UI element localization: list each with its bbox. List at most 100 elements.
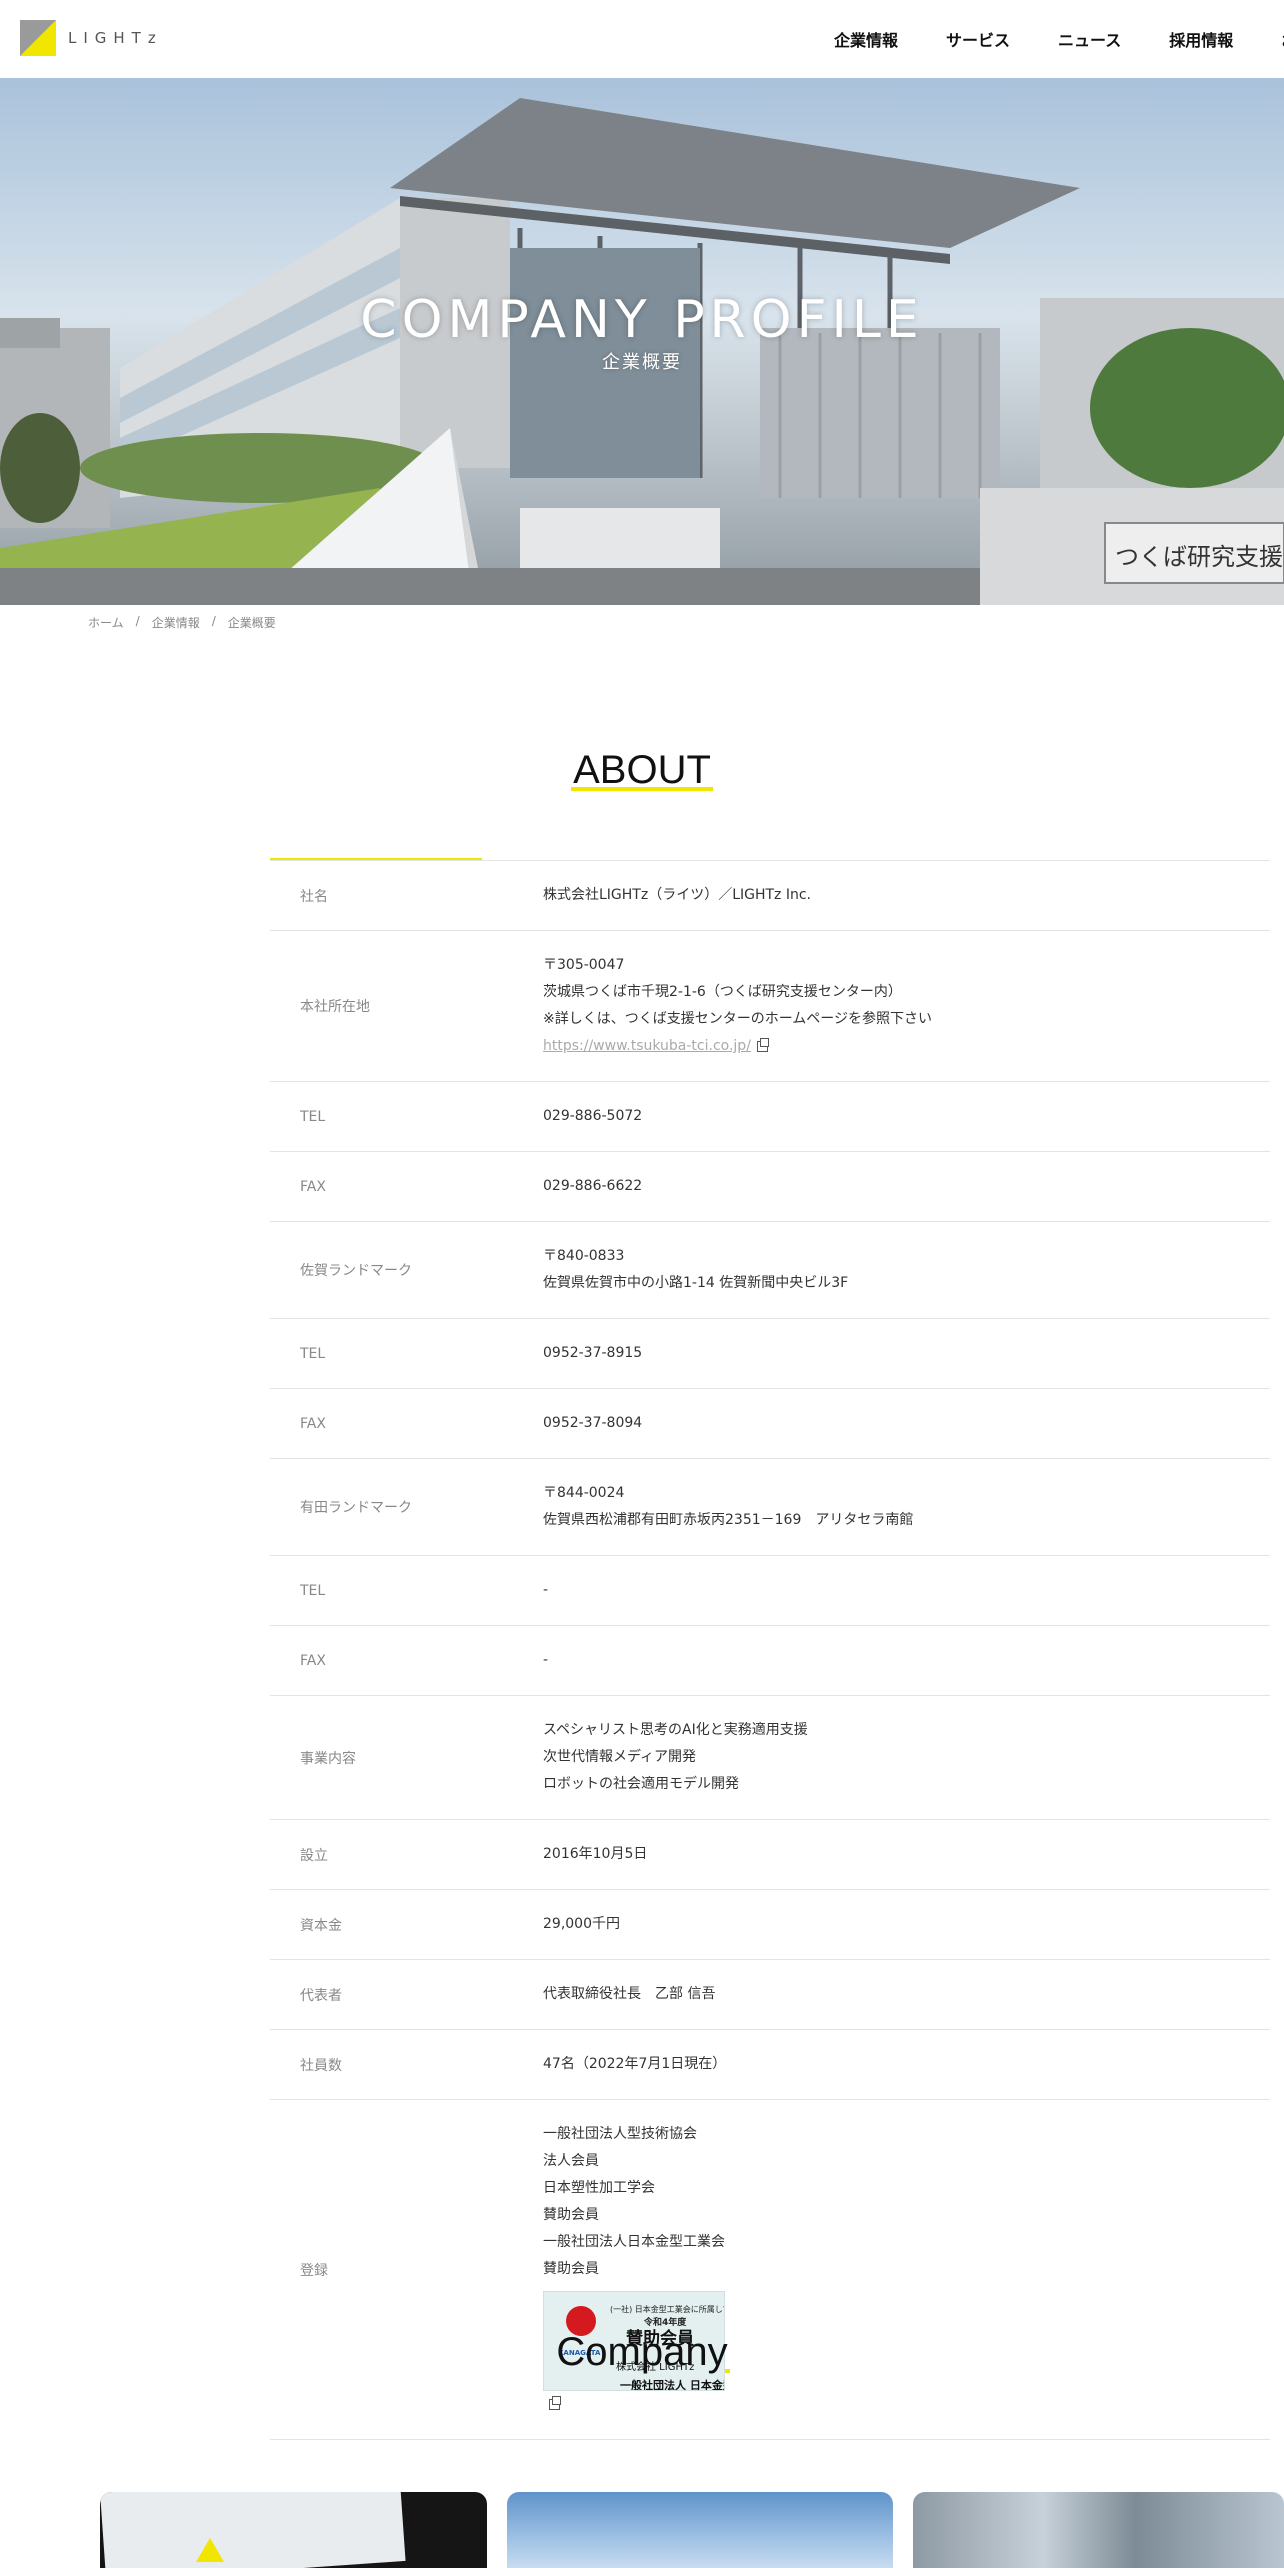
table-row: 事業内容 スペシャリスト思考のAI化と実務適用支援 次世代情報メディア開発 ロボ…	[270, 1696, 1270, 1820]
row-value: 029-886-6622	[543, 1152, 1270, 1221]
logo-mark-icon	[196, 2538, 224, 2562]
table-row: FAX 0952-37-8094	[270, 1389, 1270, 1459]
table-row: 本社所在地 〒305-0047 茨城県つくば市千現2-1-6（つくば研究支援セン…	[270, 931, 1270, 1082]
value-line: 029-886-5072	[543, 1108, 643, 1124]
value-line: 法人会員	[543, 2153, 599, 2169]
logo-text: LIGHTz	[68, 29, 163, 47]
site-header: LIGHTz 企業情報 サービス ニュース 採用情報 お問	[0, 0, 1284, 78]
value-line: ※詳しくは、つくば支援センターのホームページを参照下さい	[543, 1011, 933, 1027]
company-card-1[interactable]	[100, 2492, 487, 2568]
row-value: 〒844-0024 佐賀県西松浦郡有田町赤坂丙2351－169 アリタセラ南館	[543, 1459, 1270, 1555]
value-line: -	[543, 1652, 549, 1668]
value-line: 29,000千円	[543, 1916, 620, 1932]
row-value: 株式会社LIGHTz（ライツ）／LIGHTz Inc.	[543, 861, 1270, 930]
row-label: TEL	[300, 1345, 326, 1362]
row-label: TEL	[300, 1108, 326, 1125]
value-line: 0952-37-8094	[543, 1415, 643, 1431]
table-row: 佐賀ランドマーク 〒840-0833 佐賀県佐賀市中の小路1-14 佐賀新聞中央…	[270, 1222, 1270, 1319]
value-line: 佐賀県佐賀市中の小路1-14 佐賀新聞中央ビル3F	[543, 1275, 849, 1291]
row-value: -	[543, 1626, 1270, 1695]
external-link-icon	[756, 1037, 769, 1052]
value-line: 株式会社LIGHTz（ライツ）／LIGHTz Inc.	[543, 887, 812, 903]
value-line: スペシャリスト思考のAI化と実務適用支援	[543, 1722, 808, 1738]
row-value: 29,000千円	[543, 1890, 1270, 1959]
breadcrumb-current: 企業概要	[227, 616, 276, 630]
value-line: 47名（2022年7月1日現在）	[543, 2056, 727, 2072]
table-row: 社名 株式会社LIGHTz（ライツ）／LIGHTz Inc.	[270, 861, 1270, 931]
table-row: 設立 2016年10月5日	[270, 1820, 1270, 1890]
value-line: 佐賀県西松浦郡有田町赤坂丙2351－169 アリタセラ南館	[543, 1512, 914, 1528]
row-label: FAX	[300, 1652, 326, 1669]
value-line: 029-886-6622	[543, 1178, 643, 1194]
row-value: 一般社団法人型技術協会 法人会員 日本塑性加工学会 賛助会員 一般社団法人日本金…	[543, 2100, 1270, 2439]
row-label: 社名	[300, 888, 328, 905]
value-line: 一般社団法人型技術協会	[543, 2126, 697, 2142]
company-card-2[interactable]	[507, 2492, 893, 2568]
value-line: 〒844-0024	[543, 1485, 625, 1501]
row-value: 〒840-0833 佐賀県佐賀市中の小路1-14 佐賀新聞中央ビル3F	[543, 1222, 1270, 1318]
tsukuba-link[interactable]: https://www.tsukuba-tci.co.jp/	[543, 1038, 751, 1054]
table-row: 代表者 代表取締役社長 乙部 信吾	[270, 1960, 1270, 2030]
external-link-icon[interactable]	[549, 2395, 561, 2410]
row-value: 代表取締役社長 乙部 信吾	[543, 1960, 1270, 2029]
table-row: 有田ランドマーク 〒844-0024 佐賀県西松浦郡有田町赤坂丙2351－169…	[270, 1459, 1270, 1556]
row-label: 有田ランドマーク	[300, 1500, 412, 1516]
value-line: 賛助会員	[543, 2261, 599, 2277]
value-line: 0952-37-8915	[543, 1345, 643, 1361]
row-label: 事業内容	[300, 1750, 356, 1767]
nav-item-recruit[interactable]: 採用情報	[1169, 27, 1233, 51]
row-value: 0952-37-8094	[543, 1389, 1270, 1458]
nav-item-services[interactable]: サービス	[946, 27, 1010, 51]
sign-text: つくば研究支援セ	[1115, 543, 1284, 571]
nav-item-news[interactable]: ニュース	[1058, 27, 1121, 51]
value-line: 茨城県つくば市千現2-1-6（つくば研究支援センター内）	[543, 984, 902, 1000]
row-value: 029-886-5072	[543, 1082, 1270, 1151]
company-profile-table: 社名 株式会社LIGHTz（ライツ）／LIGHTz Inc. 本社所在地 〒30…	[270, 860, 1270, 2440]
table-row: TEL 029-886-5072	[270, 1082, 1270, 1152]
value-line: 賛助会員	[543, 2207, 599, 2223]
logo[interactable]: LIGHTz	[20, 20, 163, 56]
row-value: -	[543, 1556, 1270, 1625]
value-line: 次世代情報メディア開発	[543, 1749, 697, 1765]
nav-item-company[interactable]: 企業情報	[834, 27, 898, 51]
breadcrumb-company[interactable]: 企業情報	[152, 614, 200, 631]
main-nav: 企業情報 サービス ニュース 採用情報 お問	[834, 27, 1284, 51]
table-row: 社員数 47名（2022年7月1日現在）	[270, 2030, 1270, 2100]
row-value: スペシャリスト思考のAI化と実務適用支援 次世代情報メディア開発 ロボットの社会…	[543, 1696, 1270, 1819]
table-row: 資本金 29,000千円	[270, 1890, 1270, 1960]
table-row: TEL 0952-37-8915	[270, 1319, 1270, 1389]
company-heading-text: Company	[554, 2330, 730, 2374]
external-link-line: https://www.tsukuba-tci.co.jp/	[543, 1033, 1270, 1060]
row-label: 社員数	[300, 2057, 342, 2074]
row-label: FAX	[300, 1178, 326, 1195]
row-label: 佐賀ランドマーク	[300, 1263, 412, 1279]
row-label: TEL	[300, 1582, 326, 1599]
row-label: 資本金	[300, 1917, 342, 1934]
table-row: TEL -	[270, 1556, 1270, 1626]
breadcrumb: ホーム / 企業情報 / 企業概要	[88, 614, 276, 631]
about-heading-text: ABOUT	[571, 748, 713, 792]
breadcrumb-separator: /	[135, 614, 140, 628]
row-value: 0952-37-8915	[543, 1319, 1270, 1388]
table-row: FAX 029-886-6622	[270, 1152, 1270, 1222]
row-label: 代表者	[300, 1987, 342, 2004]
row-value: 2016年10月5日	[543, 1820, 1270, 1889]
card-image	[100, 2492, 406, 2568]
row-label: 登録	[300, 2262, 328, 2279]
hero-banner: つくば研究支援セ COMPANY PROFILE 企業概要	[0, 78, 1284, 605]
company-heading: Company	[0, 2330, 1284, 2375]
breadcrumb-separator: /	[211, 614, 216, 628]
value-line: 〒305-0047	[543, 957, 625, 973]
company-card-3[interactable]	[913, 2492, 1284, 2568]
value-line: 2016年10月5日	[543, 1846, 648, 1862]
value-line: 一般社団法人日本金型工業会	[543, 2234, 725, 2250]
value-line: -	[543, 1582, 549, 1598]
breadcrumb-home[interactable]: ホーム	[88, 614, 124, 631]
about-heading: ABOUT	[0, 748, 1284, 793]
value-line: 代表取締役社長 乙部 信吾	[543, 1986, 716, 2002]
row-label: 設立	[300, 1847, 328, 1864]
hero-subtitle: 企業概要	[602, 352, 682, 373]
table-row: FAX -	[270, 1626, 1270, 1696]
hero-title: COMPANY PROFILE	[360, 290, 924, 350]
row-label: 本社所在地	[300, 999, 370, 1015]
